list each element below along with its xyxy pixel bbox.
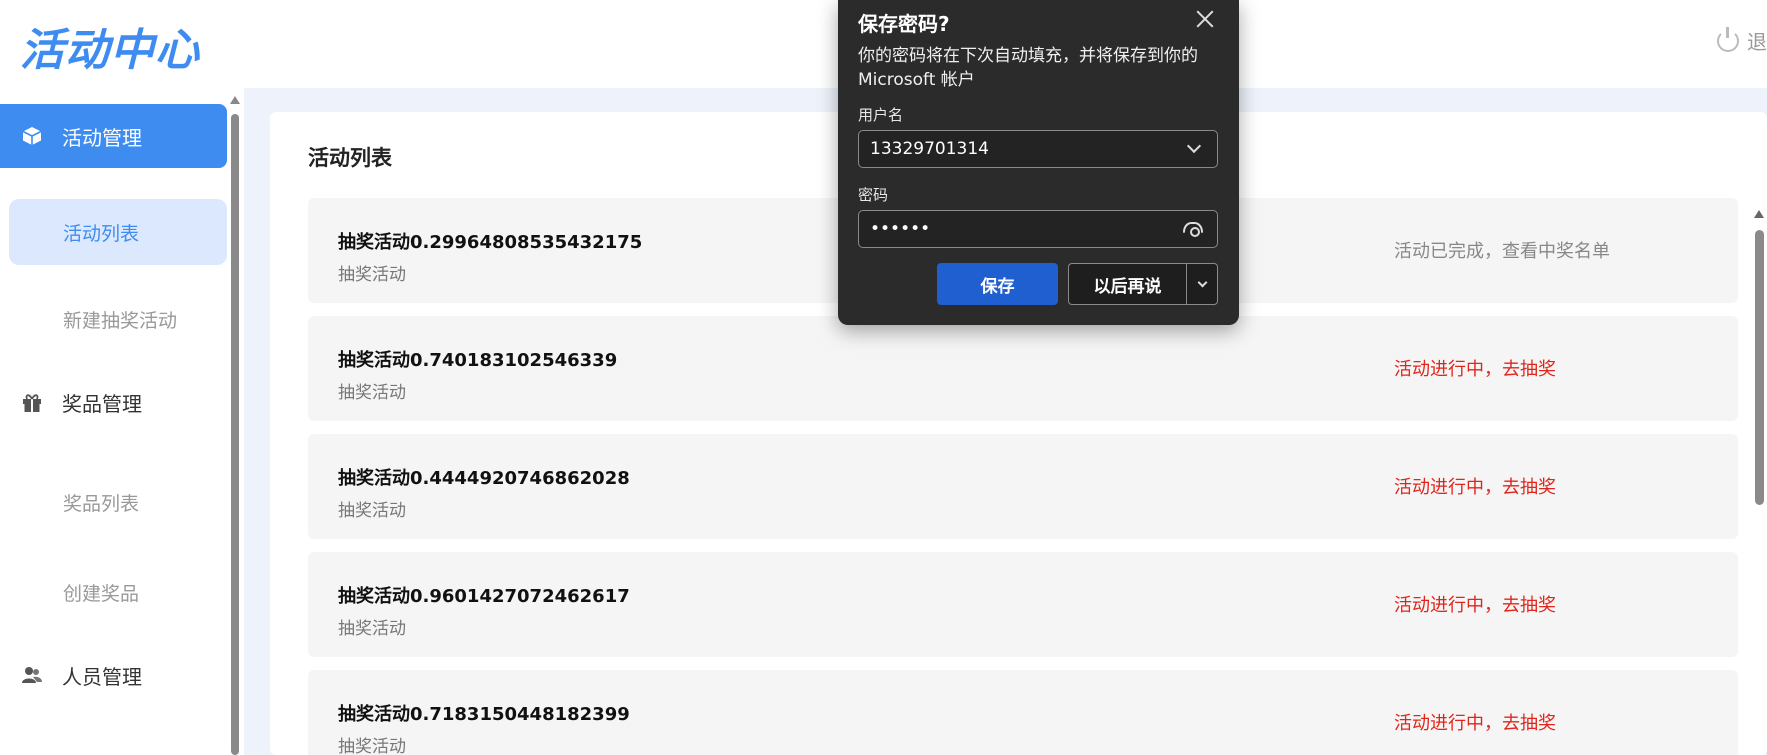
sidebar-item-create-prize[interactable]: 创建奖品 [63, 579, 139, 606]
list-item[interactable]: 抽奖活动0.7183150448182399 抽奖活动 活动进行中，去抽奖 [308, 670, 1738, 755]
save-password-dialog: 保存密码? 你的密码将在下次自动填充，并将保存到你的 Microsoft 帐户 … [838, 0, 1239, 325]
sidebar-item-activity-list[interactable]: 活动列表 [9, 199, 227, 265]
activity-status-link[interactable]: 活动进行中，去抽奖 [1394, 473, 1556, 499]
activity-name: 抽奖活动0.4444920746862028 [338, 468, 630, 489]
list-item[interactable]: 抽奖活动0.9601427072462617 抽奖活动 活动进行中，去抽奖 [308, 552, 1738, 657]
activity-type: 抽奖活动 [338, 619, 406, 639]
sidebar-group-activity-management[interactable]: 活动管理 [0, 104, 227, 168]
scrollbar-thumb[interactable] [231, 114, 239, 755]
activity-name: 抽奖活动0.7183150448182399 [338, 704, 630, 725]
cube-icon [20, 124, 44, 148]
logout-button[interactable]: 退 [1717, 26, 1767, 55]
list-item[interactable]: 抽奖活动0.4444920746862028 抽奖活动 活动进行中，去抽奖 [308, 434, 1738, 539]
more-options-button[interactable] [1186, 263, 1218, 305]
activity-name: 抽奖活动0.9601427072462617 [338, 586, 630, 607]
activity-type: 抽奖活动 [338, 737, 406, 755]
username-value: 13329701314 [870, 139, 989, 159]
list-item[interactable]: 抽奖活动0.740183102546339 抽奖活动 活动进行中，去抽奖 [308, 316, 1738, 421]
password-field[interactable]: •••••• [858, 210, 1218, 248]
password-value: •••••• [870, 219, 931, 239]
sidebar-group-label: 人员管理 [62, 664, 142, 689]
users-icon [20, 663, 44, 687]
chevron-down-icon [1186, 138, 1202, 154]
page-title: 活动列表 [308, 146, 392, 170]
main-scrollbar[interactable] [1752, 210, 1767, 755]
activity-type: 抽奖活动 [338, 501, 406, 521]
scroll-up-arrow-icon[interactable] [1754, 210, 1764, 218]
sidebar-group-prize-management[interactable]: 奖品管理 [0, 370, 227, 434]
close-icon[interactable] [1192, 6, 1218, 32]
chevron-down-icon [1197, 277, 1207, 287]
scrollbar-thumb[interactable] [1755, 230, 1764, 505]
dialog-title: 保存密码? [858, 12, 950, 36]
gift-icon [20, 390, 44, 414]
sidebar-item-new-lottery[interactable]: 新建抽奖活动 [63, 306, 177, 333]
password-label: 密码 [858, 186, 889, 204]
save-button[interactable]: 保存 [937, 263, 1058, 305]
logout-label: 退 [1747, 30, 1767, 54]
sidebar-item-label: 活动列表 [63, 222, 140, 245]
dialog-description: 你的密码将在下次自动填充，并将保存到你的 Microsoft 帐户 [858, 46, 1198, 90]
activity-status-link[interactable]: 活动已完成，查看中奖名单 [1394, 237, 1610, 263]
power-icon [1717, 26, 1739, 52]
activity-status-link[interactable]: 活动进行中，去抽奖 [1394, 355, 1556, 381]
username-label: 用户名 [858, 106, 904, 124]
activity-type: 抽奖活动 [338, 265, 406, 285]
activity-type: 抽奖活动 [338, 383, 406, 403]
activity-name: 抽奖活动0.29964808535432175 [338, 232, 643, 253]
sidebar-scrollbar[interactable] [229, 96, 241, 755]
activity-status-link[interactable]: 活动进行中，去抽奖 [1394, 709, 1556, 735]
sidebar-group-label: 奖品管理 [62, 391, 142, 416]
activity-status-link[interactable]: 活动进行中，去抽奖 [1394, 591, 1556, 617]
not-now-button[interactable]: 以后再说 [1068, 263, 1186, 305]
sidebar-group-staff-management[interactable]: 人员管理 [0, 643, 227, 707]
activity-name: 抽奖活动0.740183102546339 [338, 350, 618, 371]
username-select[interactable]: 13329701314 [858, 130, 1218, 168]
scroll-up-arrow-icon[interactable] [230, 96, 240, 104]
eye-icon[interactable] [1183, 222, 1203, 237]
app-logo: 活动中心 [20, 25, 200, 76]
sidebar-item-prize-list[interactable]: 奖品列表 [63, 489, 139, 516]
sidebar-group-label: 活动管理 [62, 125, 142, 150]
